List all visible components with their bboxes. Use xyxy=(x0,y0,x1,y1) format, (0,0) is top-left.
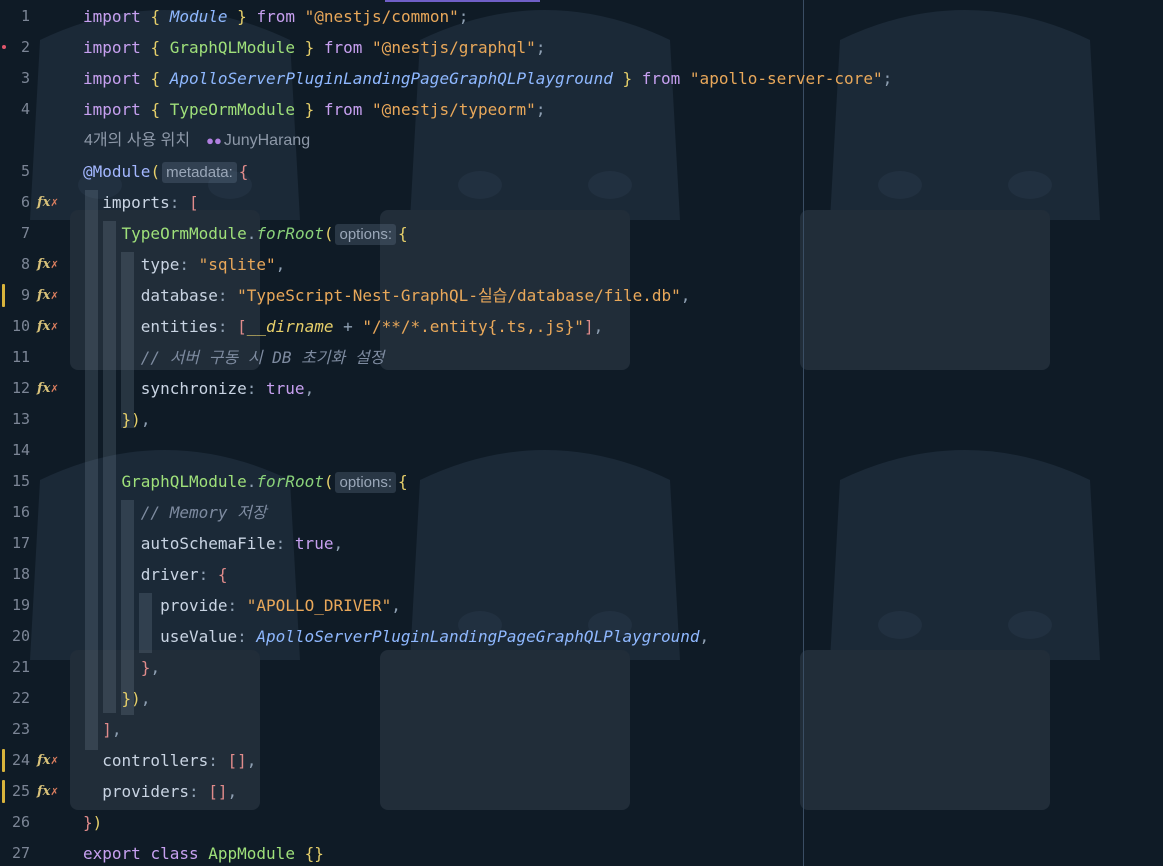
code-line[interactable]: 26 }) xyxy=(0,807,1163,838)
line-number: 22 xyxy=(11,689,30,707)
code-line[interactable]: 11 // 서버 구동 시 DB 초기화 설정 xyxy=(0,342,1163,373)
line-number: 27 xyxy=(11,844,30,862)
code-line[interactable]: 15 GraphQLModule.forRoot(options:{ xyxy=(0,466,1163,497)
code-text: }) xyxy=(83,813,103,832)
code-line[interactable]: 18 driver: { xyxy=(0,559,1163,590)
code-line[interactable]: 14 xyxy=(0,435,1163,466)
code-line[interactable]: 10 fx✗ entities: [__dirname + "/**/*.ent… xyxy=(0,311,1163,342)
code-line[interactable]: 4 import { TypeOrmModule } from "@nestjs… xyxy=(0,94,1163,125)
code-text: // Memory 저장 xyxy=(140,503,267,522)
line-number: 13 xyxy=(11,410,30,428)
line-number: 24 xyxy=(11,751,30,769)
code-line[interactable]: 23 ], xyxy=(0,714,1163,745)
code-text: // 서버 구동 시 DB 초기화 설정 xyxy=(140,348,385,367)
code-line[interactable]: 9 fx✗ database: "TypeScript-Nest-GraphQL… xyxy=(0,280,1163,311)
code-text: export class AppModule {} xyxy=(83,844,324,863)
fx-icon[interactable]: fx✗ xyxy=(37,373,59,404)
codelens-row: 4개의 사용 위치 ●● JunyHarang xyxy=(0,125,1163,156)
line-number: 4 xyxy=(20,100,30,118)
code-text: providers: [], xyxy=(102,782,238,801)
line-number: 7 xyxy=(20,224,30,242)
code-text: useValue: ApolloServerPluginLandingPageG… xyxy=(160,627,710,646)
line-number: 11 xyxy=(11,348,30,366)
code-line[interactable]: 13 }), xyxy=(0,404,1163,435)
code-text: }), xyxy=(121,410,151,429)
code-line[interactable]: 25 fx✗ providers: [], xyxy=(0,776,1163,807)
code-line[interactable]: 8 fx✗ type: "sqlite", xyxy=(0,249,1163,280)
code-text: controllers: [], xyxy=(102,751,257,770)
code-line[interactable]: 19 provide: "APOLLO_DRIVER", xyxy=(0,590,1163,621)
line-number: 10 xyxy=(11,317,30,335)
code-line[interactable]: 27 export class AppModule {} xyxy=(0,838,1163,866)
code-line[interactable]: 6 fx✗ imports: [ xyxy=(0,187,1163,218)
code-text: driver: { xyxy=(140,565,228,584)
code-text: ], xyxy=(102,720,122,739)
line-number: 2 xyxy=(20,38,30,56)
code-text: provide: "APOLLO_DRIVER", xyxy=(160,596,401,615)
line-number: 17 xyxy=(11,534,30,552)
line-number: 18 xyxy=(11,565,30,583)
line-number: 19 xyxy=(11,596,30,614)
param-hint: options: xyxy=(335,472,397,493)
code-text: entities: [__dirname + "/**/*.entity{.ts… xyxy=(140,317,604,336)
code-line[interactable]: 2 import { GraphQLModule } from "@nestjs… xyxy=(0,32,1163,63)
code-text: import { Module } from "@nestjs/common"; xyxy=(83,7,469,26)
line-number: 23 xyxy=(11,720,30,738)
line-number: 5 xyxy=(20,162,30,180)
code-text: @Module(metadata:{ xyxy=(83,162,249,183)
line-number: 15 xyxy=(11,472,30,490)
fx-icon[interactable]: fx✗ xyxy=(37,311,59,342)
fx-icon[interactable]: fx✗ xyxy=(37,187,59,218)
param-hint: metadata: xyxy=(162,162,237,183)
code-line[interactable]: 20 useValue: ApolloServerPluginLandingPa… xyxy=(0,621,1163,652)
code-text: TypeOrmModule.forRoot(options:{ xyxy=(121,224,408,245)
line-number: 3 xyxy=(20,69,30,87)
fx-icon[interactable]: fx✗ xyxy=(37,249,59,280)
line-number: 16 xyxy=(11,503,30,521)
line-number: 8 xyxy=(20,255,30,273)
users-icon: ●● xyxy=(206,133,222,148)
fx-icon[interactable]: fx✗ xyxy=(37,776,59,807)
line-number: 1 xyxy=(20,7,30,25)
code-text: database: "TypeScript-Nest-GraphQL-실습/da… xyxy=(140,286,691,305)
code-line[interactable]: 17 autoSchemaFile: true, xyxy=(0,528,1163,559)
code-text: type: "sqlite", xyxy=(140,255,286,274)
code-line[interactable]: 7 TypeOrmModule.forRoot(options:{ xyxy=(0,218,1163,249)
code-line[interactable]: 21 }, xyxy=(0,652,1163,683)
codelens: 4개의 사용 위치 ●● JunyHarang xyxy=(84,125,310,156)
fx-icon[interactable]: fx✗ xyxy=(37,745,59,776)
code-line[interactable]: 3 import { ApolloServerPluginLandingPage… xyxy=(0,63,1163,94)
usages-link[interactable]: 4개의 사용 위치 xyxy=(84,132,190,149)
code-text: autoSchemaFile: true, xyxy=(140,534,344,553)
line-number: 14 xyxy=(11,441,30,459)
author-link[interactable]: JunyHarang xyxy=(224,132,310,149)
line-number: 26 xyxy=(11,813,30,831)
fx-icon[interactable]: fx✗ xyxy=(37,280,59,311)
code-text: synchronize: true, xyxy=(140,379,315,398)
code-text: import { GraphQLModule } from "@nestjs/g… xyxy=(83,38,546,57)
line-number: 12 xyxy=(11,379,30,397)
param-hint: options: xyxy=(335,224,397,245)
code-editor[interactable]: 1 import { Module } from "@nestjs/common… xyxy=(0,0,1163,866)
code-text: imports: [ xyxy=(102,193,199,212)
line-number: 20 xyxy=(11,627,30,645)
line-number: 25 xyxy=(11,782,30,800)
code-text: import { ApolloServerPluginLandingPageGr… xyxy=(83,69,893,88)
code-line[interactable]: 5 @Module(metadata:{ xyxy=(0,156,1163,187)
code-text: GraphQLModule.forRoot(options:{ xyxy=(121,472,408,493)
line-number: 9 xyxy=(20,286,30,304)
code-line[interactable]: 16 // Memory 저장 xyxy=(0,497,1163,528)
code-line[interactable]: 22 }), xyxy=(0,683,1163,714)
code-text: }, xyxy=(140,658,161,677)
line-number: 6 xyxy=(20,193,30,211)
code-text: }), xyxy=(121,689,151,708)
code-text: import { TypeOrmModule } from "@nestjs/t… xyxy=(83,100,546,119)
code-line[interactable]: 24 fx✗ controllers: [], xyxy=(0,745,1163,776)
line-number: 21 xyxy=(11,658,30,676)
code-line[interactable]: 1 import { Module } from "@nestjs/common… xyxy=(0,1,1163,32)
code-line[interactable]: 12 fx✗ synchronize: true, xyxy=(0,373,1163,404)
